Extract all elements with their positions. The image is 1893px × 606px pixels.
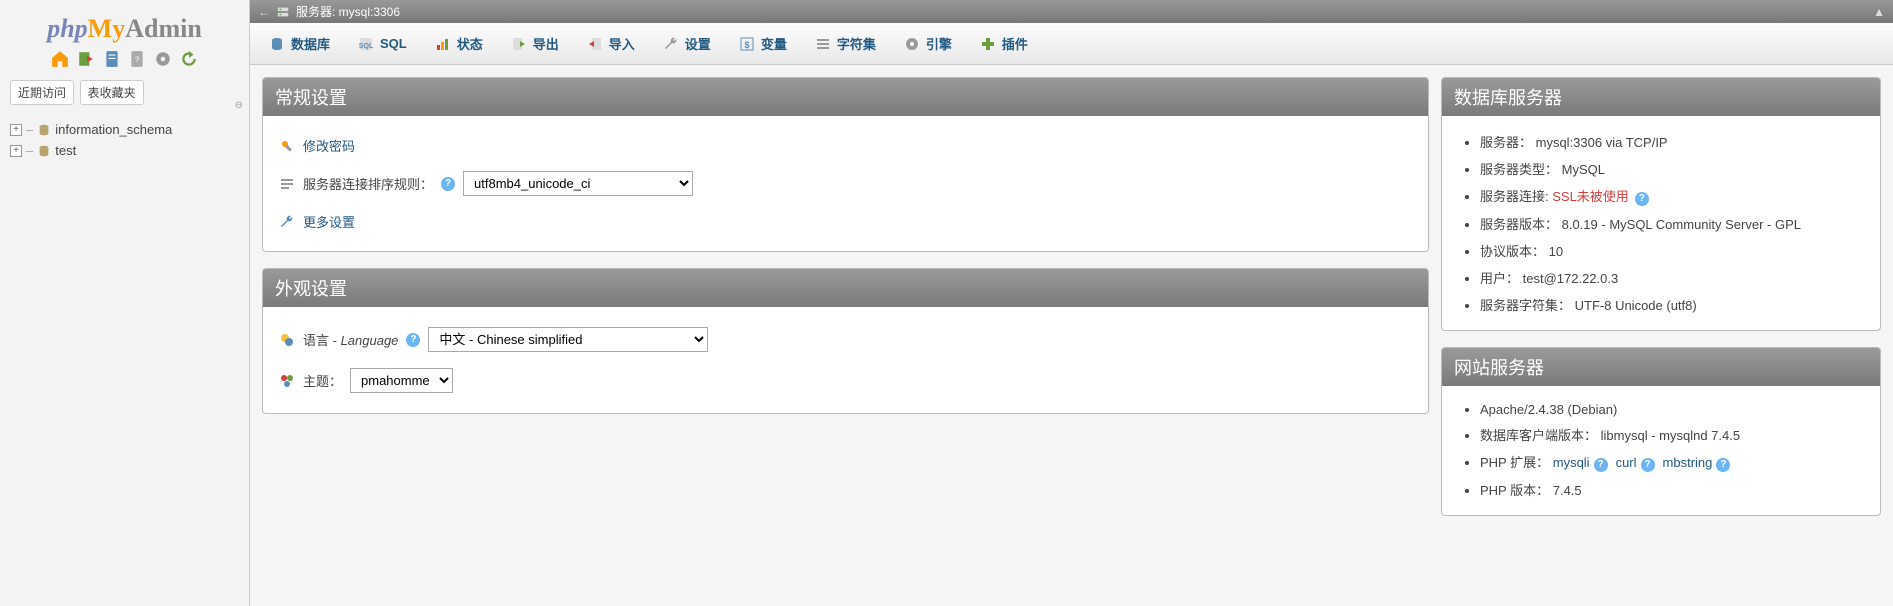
tab-charsets[interactable]: 字符集 — [802, 27, 889, 60]
help-icon[interactable]: ? — [441, 177, 455, 191]
tab-status[interactable]: 状态 — [422, 27, 496, 60]
database-icon — [37, 144, 51, 158]
home-icon[interactable] — [51, 50, 69, 68]
list-item: 服务器连接: SSL未被使用? — [1480, 182, 1864, 210]
logo[interactable]: phpMyAdmin — [4, 8, 245, 46]
logo-my: My — [88, 14, 126, 43]
tab-import[interactable]: 导入 — [574, 27, 648, 60]
sql-docs-icon[interactable]: ? — [128, 50, 146, 68]
recent-tab[interactable]: 近期访问 — [10, 80, 74, 105]
database-icon — [37, 123, 51, 137]
database-tree: +– information_schema +– test — [4, 109, 245, 171]
status-icon — [435, 36, 451, 52]
tab-engines[interactable]: 引擎 — [891, 27, 965, 60]
favorites-tab[interactable]: 表收藏夹 — [80, 80, 144, 105]
list-item: 服务器： mysql:3306 via TCP/IP — [1480, 128, 1864, 155]
db-node[interactable]: +– test — [10, 140, 239, 161]
language-icon — [279, 332, 295, 348]
svg-text:$: $ — [744, 40, 749, 50]
server-icon — [276, 5, 290, 19]
nav-quicklinks: ? — [4, 46, 245, 76]
export-icon — [511, 36, 527, 52]
general-settings-panel: 常规设置 修改密码 服务器连接排序规则： ? utf8mb4_unicode_c… — [262, 77, 1429, 252]
engine-icon — [904, 36, 920, 52]
variables-icon: $ — [739, 36, 755, 52]
list-item: 用户： test@172.22.0.3 — [1480, 264, 1864, 291]
expand-icon[interactable]: + — [10, 145, 22, 157]
collation-select[interactable]: utf8mb4_unicode_ci — [463, 171, 693, 196]
import-icon — [587, 36, 603, 52]
language-select[interactable]: 中文 - Chinese simplified — [428, 327, 708, 352]
collation-icon — [279, 176, 295, 192]
tab-settings[interactable]: 设置 — [650, 27, 724, 60]
database-icon — [269, 36, 285, 52]
breadcrumb: ← 服务器: mysql:3306 ▲ — [250, 0, 1893, 23]
panel-collapse-icon[interactable]: ▲ — [1873, 5, 1885, 19]
db-label: test — [55, 143, 76, 158]
svg-text:?: ? — [135, 55, 140, 64]
breadcrumb-label[interactable]: 服务器: mysql:3306 — [296, 3, 400, 20]
database-server-panel: 数据库服务器 服务器： mysql:3306 via TCP/IP服务器类型： … — [1441, 77, 1881, 331]
panel-title: 外观设置 — [263, 269, 1428, 307]
list-item: 协议版本： 10 — [1480, 237, 1864, 264]
db-label: information_schema — [55, 122, 172, 137]
web-server-panel: 网站服务器 Apache/2.4.38 (Debian) 数据库客户端版本： l… — [1441, 347, 1881, 516]
help-icon[interactable]: ? — [1594, 458, 1608, 472]
appearance-settings-panel: 外观设置 语言 - Language ? 中文 - Chinese simpli… — [262, 268, 1429, 414]
help-icon[interactable]: ? — [1635, 192, 1649, 206]
help-icon[interactable]: ? — [1716, 458, 1730, 472]
panel-title: 网站服务器 — [1442, 348, 1880, 386]
list-item: 数据库客户端版本： libmysql - mysqlnd 7.4.5 — [1480, 421, 1864, 448]
change-password-link[interactable]: 修改密码 — [303, 136, 355, 155]
charset-icon — [815, 36, 831, 52]
wrench-icon — [279, 214, 295, 230]
tab-variables[interactable]: $变量 — [726, 27, 800, 60]
top-menu: 数据库 SQLSQL 状态 导出 导入 设置 $变量 字符集 引擎 插件 — [250, 23, 1893, 65]
collapse-icon[interactable]: ⊖ — [235, 100, 243, 111]
ssl-warning[interactable]: SSL未被使用 — [1552, 189, 1629, 204]
theme-icon — [279, 373, 295, 389]
panel-title: 数据库服务器 — [1442, 78, 1880, 116]
docs-icon[interactable] — [103, 50, 121, 68]
main-panel: ← 服务器: mysql:3306 ▲ 数据库 SQLSQL 状态 导出 导入 … — [250, 0, 1893, 606]
nav-back-icon[interactable]: ← — [258, 5, 270, 19]
list-item: 服务器类型： MySQL — [1480, 155, 1864, 182]
help-icon[interactable]: ? — [1641, 458, 1655, 472]
panel-title: 常规设置 — [263, 78, 1428, 116]
theme-select[interactable]: pmahomme — [350, 368, 453, 393]
list-item: Apache/2.4.38 (Debian) — [1480, 398, 1864, 421]
list-item: PHP 版本： 7.4.5 — [1480, 476, 1864, 503]
expand-icon[interactable]: + — [10, 124, 22, 136]
php-ext-link[interactable]: mysqli — [1553, 455, 1590, 470]
help-icon[interactable]: ? — [406, 333, 420, 347]
logo-admin: Admin — [125, 14, 202, 43]
list-item: 服务器版本： 8.0.19 - MySQL Community Server -… — [1480, 210, 1864, 237]
tab-databases[interactable]: 数据库 — [256, 27, 343, 60]
sql-icon: SQL — [358, 36, 374, 52]
tab-plugins[interactable]: 插件 — [967, 27, 1041, 60]
db-node[interactable]: +– information_schema — [10, 119, 239, 140]
settings-icon[interactable] — [154, 50, 172, 68]
collation-label: 服务器连接排序规则： — [303, 174, 433, 193]
list-item: 服务器字符集： UTF-8 Unicode (utf8) — [1480, 291, 1864, 318]
wrench-icon — [663, 36, 679, 52]
plugin-icon — [980, 36, 996, 52]
theme-label: 主题： — [303, 371, 342, 390]
php-ext-link[interactable]: curl — [1616, 455, 1637, 470]
logo-php: php — [47, 14, 87, 43]
logout-icon[interactable] — [77, 50, 95, 68]
navigation-panel: phpMyAdmin ? 近期访问 表收藏夹 ⊖ +– information_… — [0, 0, 250, 606]
list-item: PHP 扩展： mysqli?curl?mbstring? — [1480, 448, 1864, 476]
tab-sql[interactable]: SQLSQL — [345, 27, 420, 60]
password-icon — [279, 138, 295, 154]
reload-icon[interactable] — [180, 50, 198, 68]
svg-text:SQL: SQL — [359, 43, 374, 50]
php-ext-link[interactable]: mbstring — [1663, 455, 1713, 470]
language-label: 语言 - Language — [303, 330, 398, 349]
more-settings-link[interactable]: 更多设置 — [303, 212, 355, 231]
tab-export[interactable]: 导出 — [498, 27, 572, 60]
